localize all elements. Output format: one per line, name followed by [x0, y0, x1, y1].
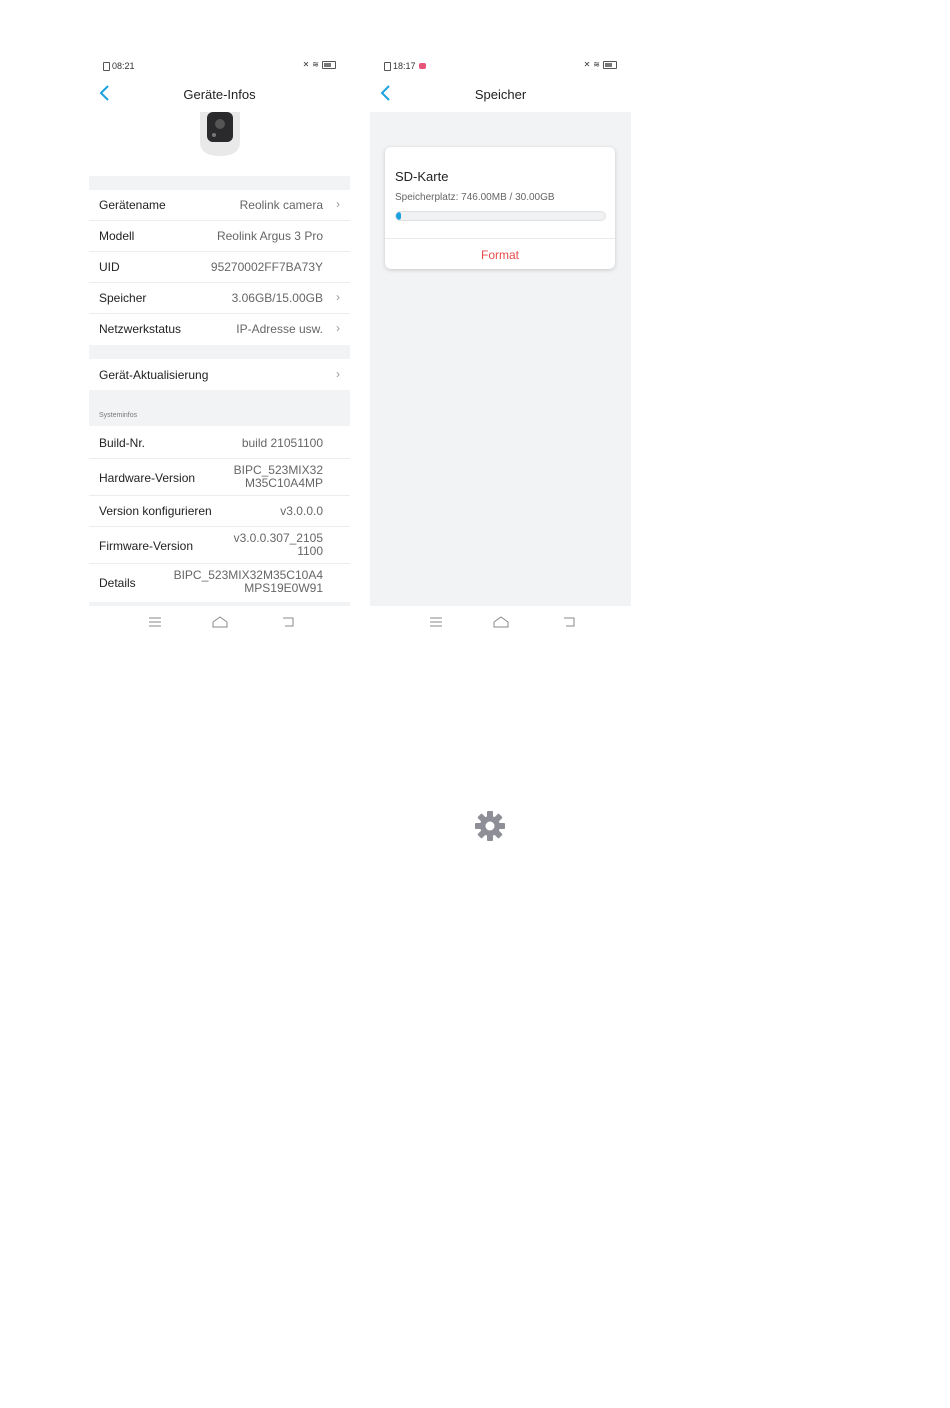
- row-value: build 21051100: [241, 436, 323, 450]
- row-label: Build-Nr.: [99, 436, 146, 450]
- row-label: Firmware-Version: [99, 539, 194, 553]
- battery-icon: [322, 61, 336, 69]
- row-details: Details BIPC_523MIX32M35C10A4 MPS19E0W91: [89, 564, 350, 602]
- home-icon[interactable]: [212, 616, 228, 628]
- page-title: Speicher: [474, 87, 527, 102]
- value-line-2: 1100: [297, 544, 323, 558]
- document-icon: [384, 61, 391, 71]
- value-line-2: MPS19E0W91: [244, 581, 323, 595]
- menu-icon[interactable]: [429, 616, 443, 628]
- row-label: Netzwerkstatus: [99, 322, 182, 336]
- row-value: BIPC_523MIX32 M35C10A4MP: [234, 464, 323, 490]
- row-label: Hardware-Version: [99, 471, 196, 485]
- row-value: 95270002FF7BA73Y: [210, 260, 323, 274]
- home-icon[interactable]: [493, 616, 509, 628]
- row-value: v3.0.0.307_2105 1100: [234, 532, 323, 558]
- section-gap: [89, 345, 350, 359]
- format-button[interactable]: Format: [385, 248, 615, 262]
- row-network-status[interactable]: Netzwerkstatus IP-Adresse usw. ›: [89, 314, 350, 344]
- storage-usage-text: Speicherplatz: 746.00MB / 30.00GB: [395, 192, 555, 203]
- row-label: UID: [99, 260, 120, 274]
- row-label: Gerätename: [99, 198, 166, 212]
- row-hardware-version: Hardware-Version BIPC_523MIX32 M35C10A4MP: [89, 459, 350, 496]
- gear-icon[interactable]: [474, 810, 506, 842]
- row-value: Reolink Argus 3 Pro: [216, 229, 323, 243]
- storage-progress-fill: [396, 212, 402, 220]
- storage-screen: 18:17 ✕ ≋ Speicher SD-Karte Speicherplat…: [370, 56, 631, 638]
- wifi-icon: ≋: [312, 60, 319, 69]
- menu-icon[interactable]: [148, 616, 162, 628]
- camera-image-area: [89, 112, 350, 176]
- nav-bar: Geräte-Infos: [89, 76, 350, 113]
- row-model: Modell Reolink Argus 3 Pro: [89, 221, 350, 252]
- chevron-right-icon: ›: [336, 321, 340, 335]
- document-icon: [103, 61, 110, 71]
- system-nav-bar: [89, 606, 350, 638]
- status-bar: 08:21 ✕ ≋: [89, 56, 350, 76]
- row-label: Speicher: [99, 291, 147, 305]
- row-label: Modell: [99, 229, 135, 243]
- chevron-right-icon: ›: [336, 290, 340, 304]
- row-device-update[interactable]: Gerät-Aktualisierung ›: [89, 359, 350, 390]
- notification-icon: [418, 63, 426, 69]
- section-label: Systeminfos: [99, 412, 138, 419]
- battery-icon: [603, 61, 617, 69]
- row-storage[interactable]: Speicher 3.06GB/15.00GB ›: [89, 283, 350, 314]
- storage-progress-bar: [395, 211, 606, 221]
- mute-icon: ✕: [302, 60, 310, 69]
- card-title: SD-Karte: [395, 169, 449, 184]
- value-line-1: BIPC_523MIX32: [233, 463, 323, 477]
- row-build-number: Build-Nr. build 21051100: [89, 428, 350, 459]
- status-time: 18:17: [393, 61, 416, 71]
- nav-bar: Speicher: [370, 76, 631, 113]
- row-value: BIPC_523MIX32M35C10A4 MPS19E0W91: [174, 569, 323, 595]
- page-title: Geräte-Infos: [183, 87, 256, 102]
- row-value: v3.0.0.0: [280, 504, 323, 518]
- section-header: Systeminfos: [89, 390, 350, 426]
- device-info-screen: 08:21 ✕ ≋ Geräte-Infos Gerätename Reolin…: [89, 56, 350, 638]
- chevron-right-icon: ›: [336, 197, 340, 211]
- divider: [385, 238, 615, 239]
- row-label: Details: [99, 576, 136, 590]
- system-nav-bar: [370, 606, 631, 638]
- value-line-2: M35C10A4MP: [244, 476, 323, 490]
- row-label: Version konfigurieren: [99, 504, 212, 518]
- status-bar: 18:17 ✕ ≋: [370, 56, 631, 76]
- camera-image: [200, 112, 240, 156]
- mute-icon: ✕: [583, 60, 591, 69]
- wifi-icon: ≋: [593, 60, 600, 69]
- row-value: IP-Adresse usw.: [236, 322, 323, 336]
- value-line-1: v3.0.0.307_2105: [233, 531, 323, 545]
- chevron-right-icon: ›: [336, 367, 340, 381]
- status-time: 08:21: [112, 61, 135, 71]
- row-value: 3.06GB/15.00GB: [231, 291, 323, 305]
- section-gap: [89, 176, 350, 190]
- row-label: Gerät-Aktualisierung: [99, 368, 209, 382]
- back-nav-icon[interactable]: [562, 616, 576, 628]
- back-nav-icon[interactable]: [281, 616, 295, 628]
- sd-card-panel: SD-Karte Speicherplatz: 746.00MB / 30.00…: [385, 147, 615, 269]
- row-config-version: Version konfigurieren v3.0.0.0: [89, 496, 350, 527]
- value-line-1: BIPC_523MIX32M35C10A4: [173, 568, 323, 582]
- row-device-name[interactable]: Gerätename Reolink camera ›: [89, 190, 350, 221]
- row-uid: UID 95270002FF7BA73Y: [89, 252, 350, 283]
- row-firmware-version: Firmware-Version v3.0.0.307_2105 1100: [89, 527, 350, 564]
- row-value: Reolink camera: [239, 198, 323, 212]
